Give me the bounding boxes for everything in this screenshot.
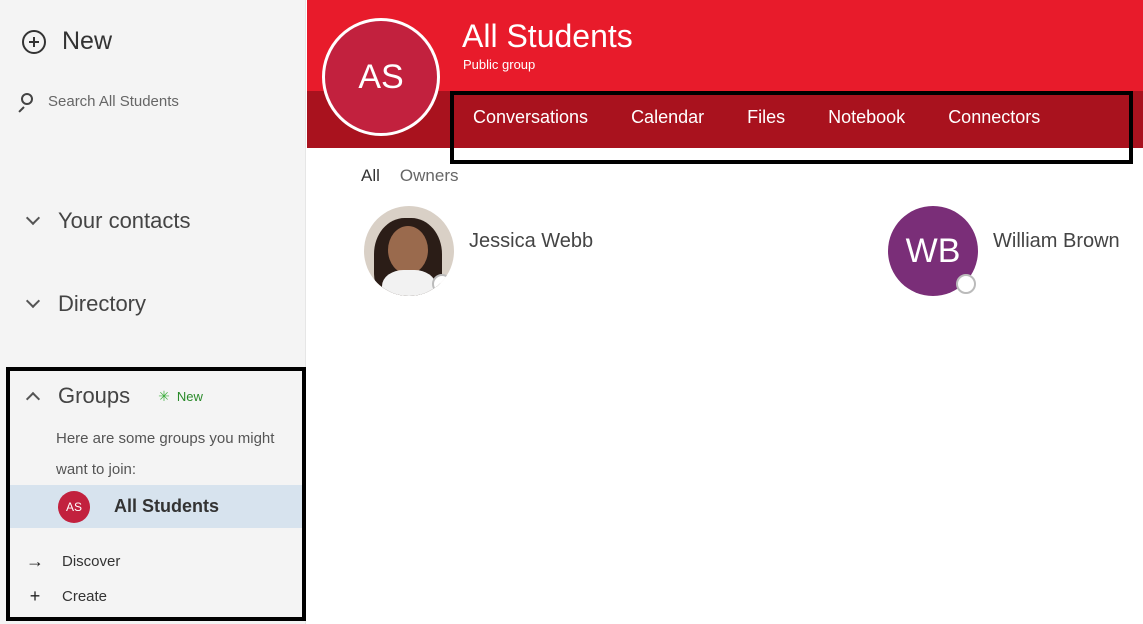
create-link[interactable]: + Create <box>26 586 107 607</box>
section-label: Directory <box>58 291 147 316</box>
group-avatar: AS <box>58 490 90 523</box>
tab-connectors[interactable]: Connectors <box>948 107 1040 128</box>
plus-circle-icon <box>22 29 46 54</box>
presence-icon <box>956 274 976 294</box>
member-card[interactable]: Jessica Webb <box>364 206 593 296</box>
plus-icon: + <box>29 586 41 606</box>
filter-all[interactable]: All <box>361 166 380 186</box>
search-box[interactable] <box>18 88 288 114</box>
discover-link[interactable]: → Discover <box>26 551 120 572</box>
tab-conversations[interactable]: Conversations <box>473 107 588 128</box>
section-directory[interactable]: Directory <box>25 291 147 317</box>
new-label: New <box>62 27 113 55</box>
member-avatar: WB <box>888 206 978 296</box>
presence-icon <box>432 274 452 294</box>
member-photo <box>364 206 454 296</box>
tab-notebook[interactable]: Notebook <box>828 107 905 128</box>
arrow-right-icon: → <box>26 551 44 571</box>
groups-hint: Here are some groups you might want to j… <box>56 430 275 478</box>
discover-label: Discover <box>62 553 121 570</box>
group-name: All Students <box>114 496 220 516</box>
member-card[interactable]: WB William Brown <box>888 206 1120 296</box>
groups-header[interactable]: Groups ✳ New <box>25 383 203 409</box>
group-tabs: Conversations Calendar Files Notebook Co… <box>473 107 1083 128</box>
member-filter: All Owners <box>361 166 478 186</box>
chevron-down-icon <box>25 293 41 309</box>
chevron-up-icon <box>25 391 41 407</box>
sparkle-icon: ✳ <box>158 387 170 404</box>
sidebar: New Your contacts Directory Groups ✳ New… <box>0 0 306 624</box>
member-name: Jessica Webb <box>469 230 594 252</box>
group-subtitle: Public group <box>463 57 536 72</box>
new-badge-label: New <box>176 388 203 404</box>
new-button[interactable]: New <box>22 27 112 56</box>
group-title: All Students <box>462 18 633 54</box>
group-header: AS All Students Public group Conversatio… <box>307 0 1143 164</box>
groups-panel: Groups ✳ New Here are some groups you mi… <box>6 367 306 621</box>
tab-calendar[interactable]: Calendar <box>631 107 704 128</box>
search-input[interactable] <box>48 92 278 110</box>
groups-label: Groups <box>58 383 131 408</box>
section-your-contacts[interactable]: Your contacts <box>25 208 191 234</box>
tab-files[interactable]: Files <box>747 107 785 128</box>
search-icon <box>18 93 34 113</box>
filter-owners[interactable]: Owners <box>400 166 459 186</box>
chevron-down-icon <box>25 210 41 226</box>
group-avatar-large: AS <box>322 18 440 136</box>
member-initials: WB <box>905 231 961 270</box>
section-label: Your contacts <box>58 208 191 233</box>
create-label: Create <box>62 588 108 605</box>
member-name: William Brown <box>993 230 1120 252</box>
group-item-all-students[interactable]: AS All Students <box>10 485 302 528</box>
new-badge: ✳ New <box>158 388 203 405</box>
